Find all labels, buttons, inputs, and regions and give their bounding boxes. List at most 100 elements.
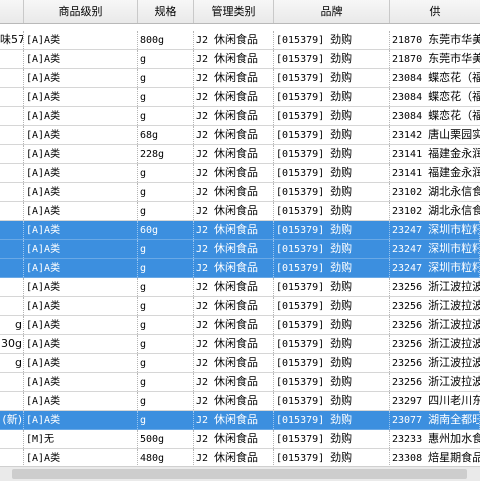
supplier-code: 23233 [392, 434, 423, 445]
category-cell: J2 休闲食品 [194, 202, 274, 220]
brand-code: [015379] [276, 35, 325, 46]
column-header-category[interactable]: 管理类别 [194, 0, 274, 23]
supplier-name: 浙江波拉波拉 [428, 356, 480, 369]
spec-cell: g [138, 88, 194, 106]
supplier-cell: 23256 浙江波拉波拉 [390, 297, 480, 315]
spec-cell-text: g [140, 377, 147, 388]
level-cell-text: [A]A类 [26, 206, 61, 217]
brand-name: 劲购 [330, 375, 353, 388]
supplier-name: 蝶恋花（福州 [428, 90, 480, 103]
brand-code: [015379] [276, 396, 325, 407]
name-cell [0, 164, 24, 182]
brand-cell: [015379] 劲购 [274, 354, 390, 372]
brand-name: 劲购 [330, 147, 353, 160]
name-cell [0, 430, 24, 448]
level-cell: [A]A类 [24, 259, 138, 277]
name-cell [0, 50, 24, 68]
name-cell-text: (新) [2, 413, 22, 426]
spec-cell: g [138, 392, 194, 410]
brand-code: [015379] [276, 263, 325, 274]
supplier-cell: 23233 惠州加水食品 [390, 430, 480, 448]
supplier-name: 浙江波拉波拉 [428, 280, 480, 293]
table-row[interactable]: g [A]A类 g J2 休闲食品 [015379] 劲购 23256 浙江波拉波拉 [0, 354, 480, 373]
table-row[interactable]: [A]A类 g J2 休闲食品 [015379] 劲购 23256 浙江波拉波拉 [0, 373, 480, 392]
level-cell: [A]A类 [24, 373, 138, 391]
level-cell: [A]A类 [24, 449, 138, 467]
brand-name: 劲购 [330, 128, 353, 141]
level-cell: [A]A类 [24, 145, 138, 163]
spec-cell-text: g [140, 396, 147, 407]
brand-name: 劲购 [330, 318, 353, 331]
brand-code: [015379] [276, 377, 325, 388]
column-header-supplier[interactable]: 供 [390, 0, 480, 23]
table-row[interactable]: [M]无 500g J2 休闲食品 [015379] 劲购 23233 惠州加水食品 [0, 430, 480, 449]
table-row[interactable]: (新) [A]A类 g J2 休闲食品 [015379] 劲购 23077 湖南全都旺食 [0, 411, 480, 430]
spec-cell-text: g [140, 206, 147, 217]
table-row[interactable]: 味570[A]A类 800g J2 休闲食品 [015379] 劲购 21870 东莞市华美食 [0, 31, 480, 50]
table-row[interactable]: [A]A类 g J2 休闲食品 [015379] 劲购 23297 四川老川东食 [0, 392, 480, 411]
column-header-name[interactable] [0, 0, 24, 23]
supplier-name: 福建金永润食 [428, 166, 480, 179]
spec-cell-text: 60g [140, 225, 159, 236]
supplier-cell: 23256 浙江波拉波拉 [390, 373, 480, 391]
table-row[interactable]: [A]A类 g J2 休闲食品 [015379] 劲购 23247 深圳市粒籽食 [0, 259, 480, 278]
table-row[interactable]: [A]A类 228g J2 休闲食品 [015379] 劲购 23141 福建金永润食 [0, 145, 480, 164]
table-row[interactable]: [A]A类 g J2 休闲食品 [015379] 劲购 23102 湖北永信食品 [0, 202, 480, 221]
level-cell-text: [A]A类 [26, 377, 61, 388]
brand-cell: [015379] 劲购 [274, 50, 390, 68]
table-row[interactable]: [A]A类 g J2 休闲食品 [015379] 劲购 21870 东莞市华美食 [0, 50, 480, 69]
level-cell-text: [A]A类 [26, 396, 61, 407]
horizontal-scrollbar[interactable] [0, 466, 480, 481]
category-cell: J2 休闲食品 [194, 278, 274, 296]
table-row[interactable]: [A]A类 g J2 休闲食品 [015379] 劲购 23084 蝶恋花（福州 [0, 69, 480, 88]
table-row[interactable]: [A]A类 g J2 休闲食品 [015379] 劲购 23141 福建金永润食 [0, 164, 480, 183]
column-header-brand[interactable]: 品牌 [274, 0, 390, 23]
table-row[interactable]: [A]A类 g J2 休闲食品 [015379] 劲购 23256 浙江波拉波拉 [0, 297, 480, 316]
table-row[interactable]: g [A]A类 g J2 休闲食品 [015379] 劲购 23256 浙江波拉波拉 [0, 316, 480, 335]
supplier-cell: 23084 蝶恋花（福州 [390, 107, 480, 125]
scrollbar-thumb[interactable] [12, 469, 467, 479]
level-cell-text: [A]A类 [26, 263, 61, 274]
column-header-spec[interactable]: 规格 [138, 0, 194, 23]
supplier-code: 23297 [392, 396, 423, 407]
supplier-code: 23256 [392, 358, 423, 369]
level-cell-text: [A]A类 [26, 225, 61, 236]
table-row[interactable]: 30g [A]A类 g J2 休闲食品 [015379] 劲购 23256 浙江波拉波拉 [0, 335, 480, 354]
supplier-cell: 21870 东莞市华美食 [390, 50, 480, 68]
spec-cell: g [138, 278, 194, 296]
category-cell: J2 休闲食品 [194, 259, 274, 277]
level-cell-text: [A]A类 [26, 244, 61, 255]
table-row[interactable]: [A]A类 g J2 休闲食品 [015379] 劲购 23084 蝶恋花（福州 [0, 88, 480, 107]
supplier-name: 蝶恋花（福州 [428, 109, 480, 122]
supplier-code: 23084 [392, 73, 423, 84]
supplier-name: 湖北永信食品 [428, 204, 480, 217]
table-row[interactable]: [A]A类 g J2 休闲食品 [015379] 劲购 23102 湖北永信食品 [0, 183, 480, 202]
category-code: J2 [196, 206, 209, 217]
supplier-name: 惠州加水食品 [428, 432, 480, 445]
spec-cell-text: g [140, 244, 147, 255]
table-row[interactable]: [A]A类 g J2 休闲食品 [015379] 劲购 23084 蝶恋花（福州 [0, 107, 480, 126]
name-cell [0, 373, 24, 391]
category-cell: J2 休闲食品 [194, 88, 274, 106]
supplier-code: 23256 [392, 339, 423, 350]
category-name: 休闲食品 [214, 261, 259, 274]
table-row[interactable]: [A]A类 60g J2 休闲食品 [015379] 劲购 23247 深圳市粒籽食 [0, 221, 480, 240]
level-cell: [A]A类 [24, 69, 138, 87]
category-name: 休闲食品 [214, 52, 259, 65]
supplier-code: 23141 [392, 149, 423, 160]
level-cell: [A]A类 [24, 240, 138, 258]
category-cell: J2 休闲食品 [194, 164, 274, 182]
brand-code: [015379] [276, 282, 325, 293]
supplier-name: 浙江波拉波拉 [428, 375, 480, 388]
category-code: J2 [196, 244, 209, 255]
supplier-code: 23247 [392, 244, 423, 255]
category-cell: J2 休闲食品 [194, 392, 274, 410]
name-cell [0, 145, 24, 163]
table-row[interactable]: [A]A类 g J2 休闲食品 [015379] 劲购 23247 深圳市粒籽食 [0, 240, 480, 259]
category-code: J2 [196, 54, 209, 65]
table-row[interactable]: [A]A类 68g J2 休闲食品 [015379] 劲购 23142 唐山栗园实业 [0, 126, 480, 145]
column-header-level[interactable]: 商品级别 [24, 0, 138, 23]
category-code: J2 [196, 282, 209, 293]
table-row[interactable]: [A]A类 g J2 休闲食品 [015379] 劲购 23256 浙江波拉波拉 [0, 278, 480, 297]
spec-cell: g [138, 259, 194, 277]
